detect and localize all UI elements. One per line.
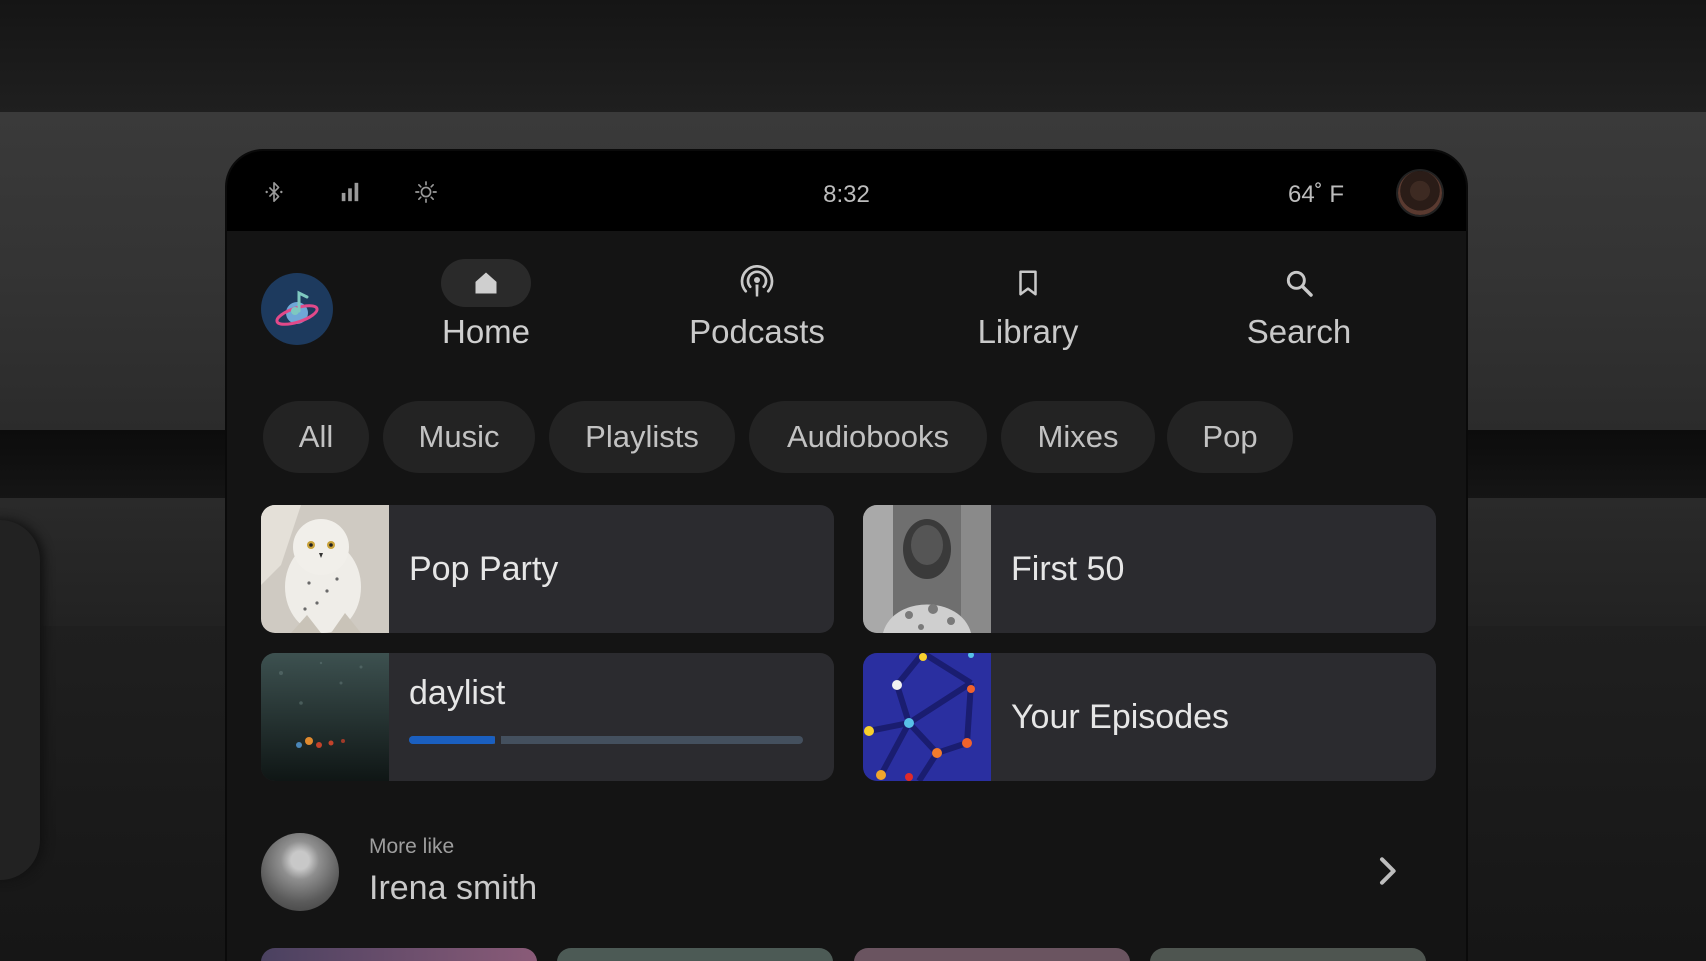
owl-artwork: [261, 505, 389, 633]
tab-search-label: Search: [1246, 313, 1352, 350]
card-your-episodes[interactable]: Your Episodes: [863, 653, 1436, 781]
home-icon: [475, 272, 497, 294]
card-pop-party[interactable]: Pop Party: [261, 505, 834, 633]
seat-edge: [0, 520, 40, 880]
more-like-artist[interactable]: Irena smith: [369, 869, 537, 908]
tab-search[interactable]: Search: [1224, 259, 1374, 351]
podcast-icon: [740, 265, 774, 297]
rainy-window-artwork: [261, 653, 389, 781]
card-title: First 50: [1011, 550, 1125, 588]
card-title: Pop Party: [409, 550, 559, 588]
tab-library-label: Library: [977, 313, 1079, 350]
app-logo[interactable]: [261, 273, 333, 345]
tab-podcasts[interactable]: Podcasts: [682, 259, 832, 351]
thumbnail-peek[interactable]: [854, 948, 1130, 961]
chip-music[interactable]: Music: [383, 401, 535, 473]
home-pill: [441, 259, 531, 307]
library-pill: [983, 259, 1073, 307]
chip-all[interactable]: All: [263, 401, 369, 473]
background-top: [0, 0, 1706, 112]
chip-audiobooks[interactable]: Audiobooks: [749, 401, 987, 473]
thumbnail-peek[interactable]: [557, 948, 833, 961]
clock: 8:32: [823, 181, 870, 208]
more-like-label: More like: [369, 835, 455, 858]
card-first-50[interactable]: First 50: [863, 505, 1436, 633]
podcasts-pill: [712, 259, 802, 307]
chip-mixes[interactable]: Mixes: [1001, 401, 1155, 473]
artist-avatar[interactable]: [261, 833, 339, 911]
card-daylist[interactable]: daylist: [261, 653, 834, 781]
card-title: Your Episodes: [1011, 698, 1230, 736]
infotainment-screen: 8:32 64˚ F Home Podcasts Library Search …: [227, 151, 1466, 961]
thumbnail-peek[interactable]: [261, 948, 537, 961]
tab-podcasts-label: Podcasts: [689, 313, 825, 350]
search-icon: [1286, 270, 1313, 297]
progress-bar: [409, 735, 803, 745]
status-bar: 8:32 64˚ F: [227, 151, 1466, 231]
tab-home[interactable]: Home: [411, 259, 561, 351]
music-planet-icon: [275, 290, 319, 326]
tab-home-label: Home: [441, 313, 531, 350]
progress-fill: [409, 736, 496, 744]
bookmark-icon: [1019, 270, 1037, 296]
chip-playlists[interactable]: Playlists: [549, 401, 735, 473]
search-pill: [1254, 259, 1344, 307]
user-avatar[interactable]: [1398, 171, 1442, 215]
portrait-artwork: [863, 505, 991, 633]
tab-library[interactable]: Library: [953, 259, 1103, 351]
temperature[interactable]: 64˚ F: [1288, 181, 1344, 209]
network-artwork: [863, 653, 991, 781]
progress-gap: [494, 735, 501, 745]
chevron-right-icon[interactable]: [1367, 851, 1407, 891]
thumbnail-peek[interactable]: [1150, 948, 1426, 961]
chip-pop[interactable]: Pop: [1167, 401, 1293, 473]
card-title: daylist: [409, 674, 506, 712]
